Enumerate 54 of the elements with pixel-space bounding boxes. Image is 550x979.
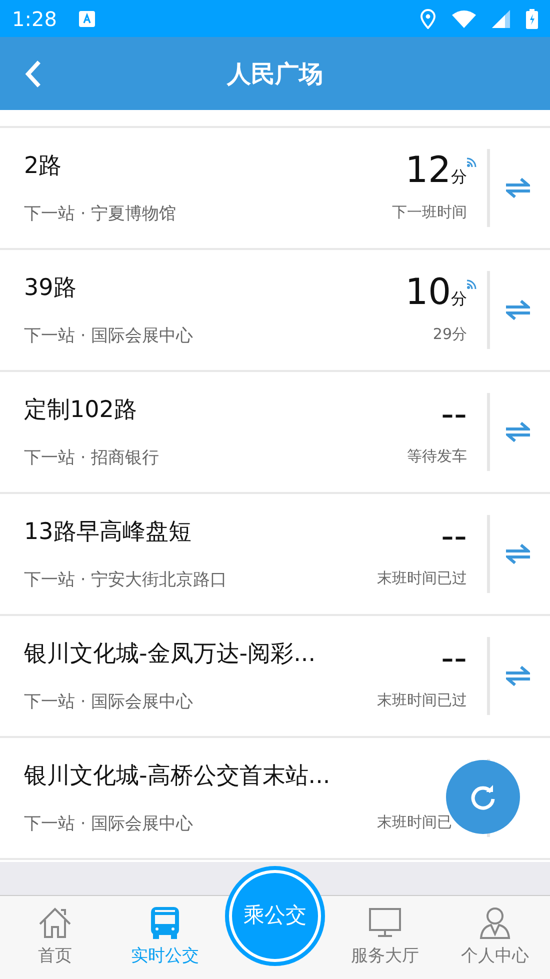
status-time: 1:28	[12, 6, 57, 32]
next-stop: 下一站 · 宁夏博物馆	[24, 202, 178, 226]
route-name[interactable]: 39路	[24, 271, 406, 306]
monitor-icon	[368, 906, 402, 940]
next-stop: 下一站 · 招商银行	[24, 446, 160, 470]
swap-direction-button[interactable]	[506, 421, 530, 443]
swap-icon	[506, 421, 530, 443]
departure-status: 等待发车	[407, 446, 467, 467]
swap-direction-button[interactable]	[506, 299, 530, 321]
arrival-time: --	[441, 518, 467, 555]
swap-direction-button[interactable]	[506, 177, 530, 199]
person-icon	[478, 906, 512, 940]
swap-direction-button[interactable]	[506, 665, 530, 687]
swap-direction-button[interactable]	[506, 543, 530, 565]
swap-icon	[506, 177, 530, 199]
nav-tab[interactable]: 个人中心	[440, 906, 550, 970]
arrival-time: --	[441, 396, 467, 433]
route-name[interactable]: 13路早高峰盘短	[24, 515, 377, 550]
signal-icon	[492, 10, 510, 28]
next-stop: 下一站 · 国际会展中心	[24, 324, 194, 348]
bus-icon	[148, 906, 182, 940]
route-name[interactable]: 定制102路	[24, 393, 407, 428]
route-name[interactable]: 银川文化城-高桥公交首末站...	[24, 759, 377, 794]
realtime-signal-icon	[467, 156, 477, 167]
location-icon	[420, 8, 436, 28]
home-icon	[38, 906, 72, 940]
departure-status: 末班时间已	[377, 812, 453, 833]
nav-tab[interactable]: 首页	[0, 906, 110, 970]
next-stop: 下一站 · 国际会展中心	[24, 812, 194, 836]
back-icon	[24, 58, 42, 88]
swap-icon	[506, 299, 530, 321]
battery-icon	[526, 8, 538, 28]
arrival-time: 12	[405, 152, 451, 189]
realtime-signal-icon	[467, 278, 477, 289]
route-name[interactable]: 2路	[24, 149, 392, 184]
notification-icon	[78, 10, 95, 26]
swap-icon	[506, 543, 530, 565]
departure-status: 29分	[432, 324, 467, 345]
departure-status: 下一班时间	[392, 202, 467, 223]
time-unit: 分	[451, 166, 467, 188]
next-stop: 下一站 · 宁安大街北京路口	[24, 568, 228, 592]
departure-status: 末班时间已过	[377, 568, 467, 589]
time-unit: 分	[451, 288, 467, 310]
refresh-icon	[469, 783, 497, 811]
swap-icon	[506, 665, 530, 687]
arrival-time: 10	[405, 274, 451, 311]
nav-tab[interactable]: 服务大厅	[330, 906, 440, 970]
back-button[interactable]	[24, 58, 42, 88]
route-name[interactable]: 银川文化城-金凤万达-阅彩...	[24, 637, 377, 672]
departure-status: 末班时间已过	[377, 690, 467, 711]
arrival-time: --	[441, 640, 467, 677]
next-stop: 下一站 · 国际会展中心	[24, 690, 194, 714]
wifi-icon	[452, 10, 476, 28]
page-title: 人民广场	[227, 58, 323, 90]
